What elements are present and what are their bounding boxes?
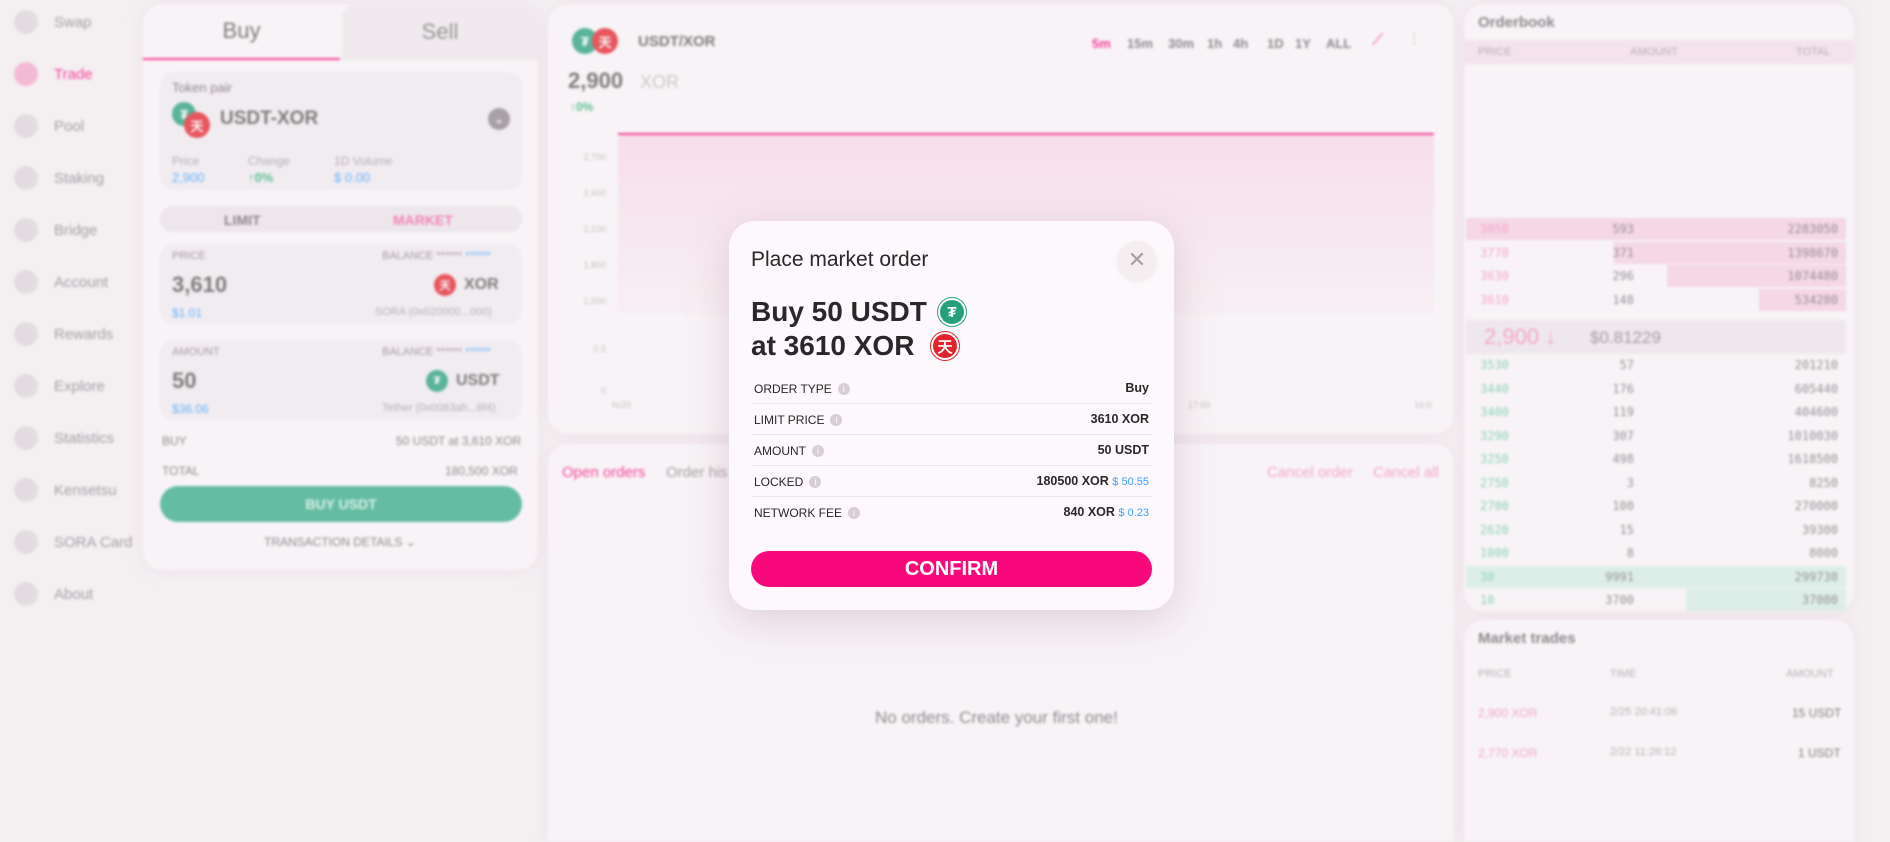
info-icon[interactable]: i	[830, 414, 843, 426]
usdt-coin-icon: ₮	[938, 298, 966, 326]
place-market-order-dialog: Place market order ✕ Buy 50 USDT ₮ at 36…	[729, 221, 1174, 610]
amount-row: AMOUNT i 50 USDT	[751, 435, 1152, 466]
dialog-title: Place market order	[751, 248, 929, 271]
xor-coin-icon: 天	[931, 332, 959, 360]
info-icon[interactable]: i	[837, 383, 850, 395]
close-icon[interactable]: ✕	[1118, 241, 1156, 279]
locked-row: LOCKED i 180500 XOR $ 50.55	[751, 466, 1152, 497]
info-icon[interactable]: i	[809, 476, 822, 488]
order-headline-buy: Buy 50 USDT	[751, 296, 927, 327]
limit-price-row: LIMIT PRICE i 3610 XOR	[751, 404, 1152, 435]
order-headline-price: at 3610 XOR	[751, 330, 915, 361]
info-icon[interactable]: i	[812, 445, 824, 457]
confirm-button[interactable]: CONFIRM	[751, 551, 1152, 587]
network-fee-row: NETWORK FEE i 840 XOR $ 0.23	[754, 505, 1149, 520]
order-type-row: ORDER TYPE i Buy	[751, 373, 1152, 404]
info-icon[interactable]: i	[848, 507, 861, 519]
